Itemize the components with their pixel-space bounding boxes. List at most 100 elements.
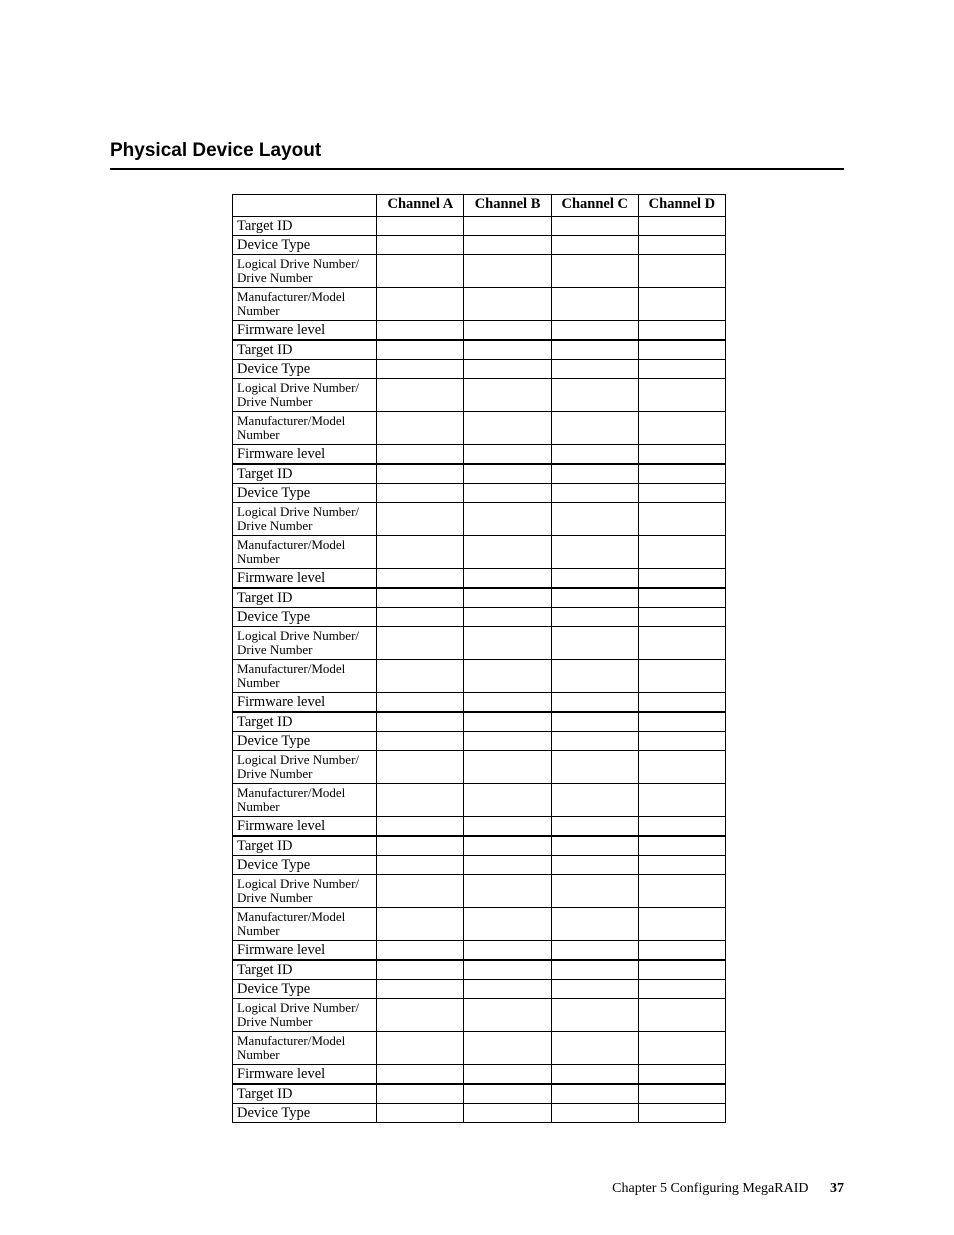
row-label: Logical Drive Number/ Drive Number — [233, 379, 377, 412]
row-label: Logical Drive Number/ Drive Number — [233, 503, 377, 536]
table-row: Device Type — [233, 360, 726, 379]
row-label: Device Type — [233, 236, 377, 255]
row-label: Device Type — [233, 484, 377, 503]
cell — [377, 464, 464, 484]
cell — [638, 255, 725, 288]
table-row: Target ID — [233, 340, 726, 360]
cell — [377, 536, 464, 569]
row-label: Manufacturer/Model Number — [233, 908, 377, 941]
cell — [377, 751, 464, 784]
cell — [464, 288, 551, 321]
cell — [551, 608, 638, 627]
cell — [464, 608, 551, 627]
row-label: Target ID — [233, 464, 377, 484]
table-row: Target ID — [233, 1084, 726, 1104]
cell — [551, 836, 638, 856]
cell — [551, 627, 638, 660]
table-row: Target ID — [233, 960, 726, 980]
cell — [551, 340, 638, 360]
row-label: Target ID — [233, 340, 377, 360]
table-row: Manufacturer/Model Number — [233, 536, 726, 569]
cell — [464, 875, 551, 908]
cell — [638, 627, 725, 660]
physical-device-table: Channel A Channel B Channel C Channel D … — [232, 194, 726, 1123]
table-row: Firmware level — [233, 569, 726, 589]
table-row: Device Type — [233, 856, 726, 875]
row-label: Firmware level — [233, 321, 377, 341]
cell — [377, 1065, 464, 1085]
table-row: Manufacturer/Model Number — [233, 660, 726, 693]
cell — [377, 340, 464, 360]
cell — [551, 236, 638, 255]
row-label: Manufacturer/Model Number — [233, 1032, 377, 1065]
cell — [551, 1104, 638, 1123]
cell — [551, 941, 638, 961]
table-row: Device Type — [233, 980, 726, 999]
cell — [551, 217, 638, 236]
table-row: Firmware level — [233, 321, 726, 341]
row-label: Logical Drive Number/ Drive Number — [233, 875, 377, 908]
cell — [551, 1032, 638, 1065]
cell — [551, 751, 638, 784]
row-label: Target ID — [233, 960, 377, 980]
cell — [464, 817, 551, 837]
page-footer: Chapter 5 Configuring MegaRAID 37 — [612, 1181, 844, 1197]
cell — [377, 784, 464, 817]
cell — [638, 817, 725, 837]
cell — [638, 693, 725, 713]
cell — [464, 445, 551, 465]
cell — [551, 693, 638, 713]
cell — [551, 484, 638, 503]
table-row: Device Type — [233, 608, 726, 627]
row-label: Device Type — [233, 608, 377, 627]
cell — [638, 536, 725, 569]
cell — [638, 1104, 725, 1123]
row-label: Device Type — [233, 856, 377, 875]
table-row: Device Type — [233, 484, 726, 503]
table-row: Target ID — [233, 836, 726, 856]
cell — [551, 379, 638, 412]
header-channel-d: Channel D — [638, 195, 725, 217]
cell — [638, 379, 725, 412]
cell — [638, 340, 725, 360]
cell — [377, 569, 464, 589]
table-row: Firmware level — [233, 693, 726, 713]
cell — [377, 836, 464, 856]
section-heading: Physical Device Layout — [110, 140, 844, 162]
cell — [377, 588, 464, 608]
cell — [638, 445, 725, 465]
cell — [377, 255, 464, 288]
table-row: Logical Drive Number/ Drive Number — [233, 503, 726, 536]
row-label: Device Type — [233, 360, 377, 379]
cell — [377, 980, 464, 999]
cell — [551, 999, 638, 1032]
cell — [464, 484, 551, 503]
cell — [464, 856, 551, 875]
row-label: Manufacturer/Model Number — [233, 784, 377, 817]
cell — [551, 1084, 638, 1104]
row-label: Device Type — [233, 732, 377, 751]
cell — [464, 412, 551, 445]
cell — [551, 503, 638, 536]
header-channel-c: Channel C — [551, 195, 638, 217]
footer-page-number: 37 — [830, 1181, 844, 1196]
cell — [464, 588, 551, 608]
table-row: Manufacturer/Model Number — [233, 412, 726, 445]
table-row: Logical Drive Number/ Drive Number — [233, 255, 726, 288]
cell — [377, 1084, 464, 1104]
row-label: Target ID — [233, 712, 377, 732]
cell — [464, 340, 551, 360]
cell — [551, 536, 638, 569]
cell — [377, 484, 464, 503]
cell — [464, 536, 551, 569]
cell — [377, 1104, 464, 1123]
cell — [464, 627, 551, 660]
footer-text: Chapter 5 Configuring MegaRAID — [612, 1181, 808, 1196]
cell — [464, 1032, 551, 1065]
cell — [638, 732, 725, 751]
cell — [464, 693, 551, 713]
cell — [551, 817, 638, 837]
header-blank — [233, 195, 377, 217]
table-row: Manufacturer/Model Number — [233, 784, 726, 817]
cell — [377, 732, 464, 751]
